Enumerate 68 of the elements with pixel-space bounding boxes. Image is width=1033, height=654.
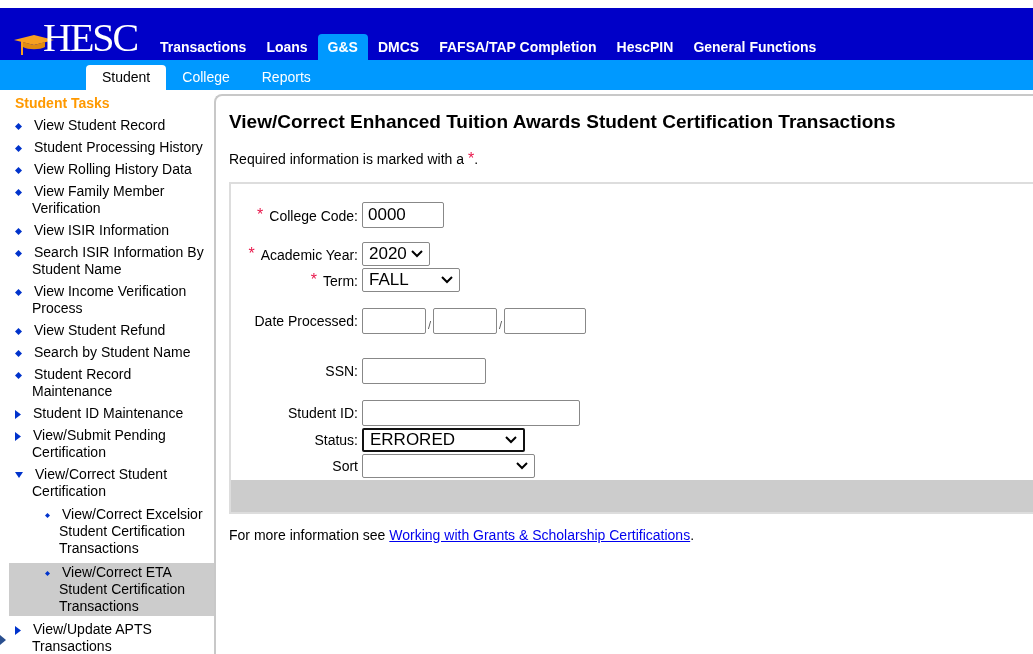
required-note: Required information is marked with a *. — [229, 150, 478, 168]
date-field[interactable] — [362, 308, 426, 334]
bullet-icon — [15, 327, 22, 335]
sidebar-item[interactable]: Search by Student Name — [0, 344, 214, 361]
nav-tab[interactable]: Transactions — [150, 34, 257, 60]
required-asterisk: * — [310, 271, 317, 289]
logo: HESC — [43, 18, 138, 58]
help-text: For more information see Working with Grants & Scholarship Certifications. — [229, 527, 696, 543]
sidebar-item[interactable]: View/Correct ETA Student Certification Transactions — [9, 563, 214, 616]
bullet-icon — [15, 227, 22, 235]
bullet-icon — [15, 288, 22, 296]
chevron-icon — [411, 250, 423, 258]
nav-tab[interactable]: HescPIN — [606, 34, 684, 60]
bullet-icon — [45, 570, 50, 576]
pointer-icon — [0, 635, 6, 645]
field-label: Date Processed: — [254, 313, 358, 329]
text-field[interactable]: 0000 — [362, 202, 444, 228]
sidebar-item[interactable]: View Family Member Verification — [0, 183, 214, 217]
page-title: View/Correct Enhanced Tuition Awards Student Certification Transactions — [229, 110, 897, 134]
field-label: College Code: — [269, 208, 358, 224]
sidebar-item[interactable]: View Student Refund — [0, 322, 214, 339]
field-label: Student ID: — [287, 405, 358, 421]
nav-tab[interactable]: General Functions — [683, 34, 827, 60]
dropdown[interactable]: 2020 — [362, 242, 430, 266]
date-field[interactable] — [504, 308, 587, 334]
bullet-icon — [15, 122, 22, 130]
nav-tab[interactable]: DMCS — [367, 34, 430, 60]
sidebar-item[interactable]: View Student Record — [0, 117, 214, 134]
text-field[interactable] — [362, 400, 580, 426]
sidebar-item[interactable]: View ISIR Information — [0, 222, 214, 239]
chevron-icon — [516, 462, 528, 470]
field-label: SSN: — [325, 363, 358, 379]
chevron-icon — [505, 436, 517, 444]
sidebar-item[interactable]: Student Record Maintenance — [0, 366, 214, 400]
sub-tab[interactable]: Student — [86, 65, 167, 90]
bullet-icon — [15, 349, 22, 357]
sidebar-item[interactable]: View Income Verification Process — [0, 283, 214, 317]
field-label: Sort — [332, 458, 358, 474]
dropdown[interactable]: FALL — [362, 268, 460, 292]
sidebar-item[interactable]: View Rolling History Data — [0, 161, 214, 178]
chevron-icon — [441, 276, 453, 284]
field-label: Academic Year: — [260, 247, 358, 263]
required-asterisk: * — [248, 245, 255, 263]
date-field[interactable] — [433, 308, 498, 334]
date-separator: / — [499, 319, 503, 331]
bullet-icon — [15, 144, 22, 152]
field-label: Status: — [314, 432, 358, 448]
sidebar-item[interactable]: Student Processing History — [0, 139, 214, 156]
date-separator: / — [428, 319, 432, 331]
nav-tab[interactable]: Loans — [256, 34, 318, 60]
bullet-icon — [15, 166, 22, 174]
sidebar-item[interactable]: View/Correct Excelsior Student Certification Transactions — [9, 505, 214, 558]
sidebar-item[interactable]: View/Submit Pending Certification — [0, 427, 214, 461]
sidebar-item[interactable]: View/Update APTS Transactions — [0, 621, 214, 654]
sidebar-item[interactable]: Search ISIR Information By Student Name — [0, 244, 214, 278]
nav-tab[interactable]: FAFSA/TAP Completion — [429, 34, 607, 60]
dropdown[interactable] — [362, 454, 535, 478]
bullet-icon — [15, 249, 22, 257]
text-field[interactable] — [362, 358, 486, 384]
bullet-icon — [45, 512, 50, 518]
bullet-icon — [15, 371, 22, 379]
field-label: Term: — [323, 273, 358, 289]
sidebar-item[interactable]: Student ID Maintenance — [0, 405, 214, 422]
required-asterisk: * — [257, 206, 264, 224]
sidebar-item[interactable]: View/Correct Student Certification — [0, 466, 214, 500]
sidebar-heading: Student Tasks — [15, 95, 111, 112]
bullet-icon — [15, 188, 22, 196]
dropdown[interactable]: ERRORED — [362, 428, 525, 452]
